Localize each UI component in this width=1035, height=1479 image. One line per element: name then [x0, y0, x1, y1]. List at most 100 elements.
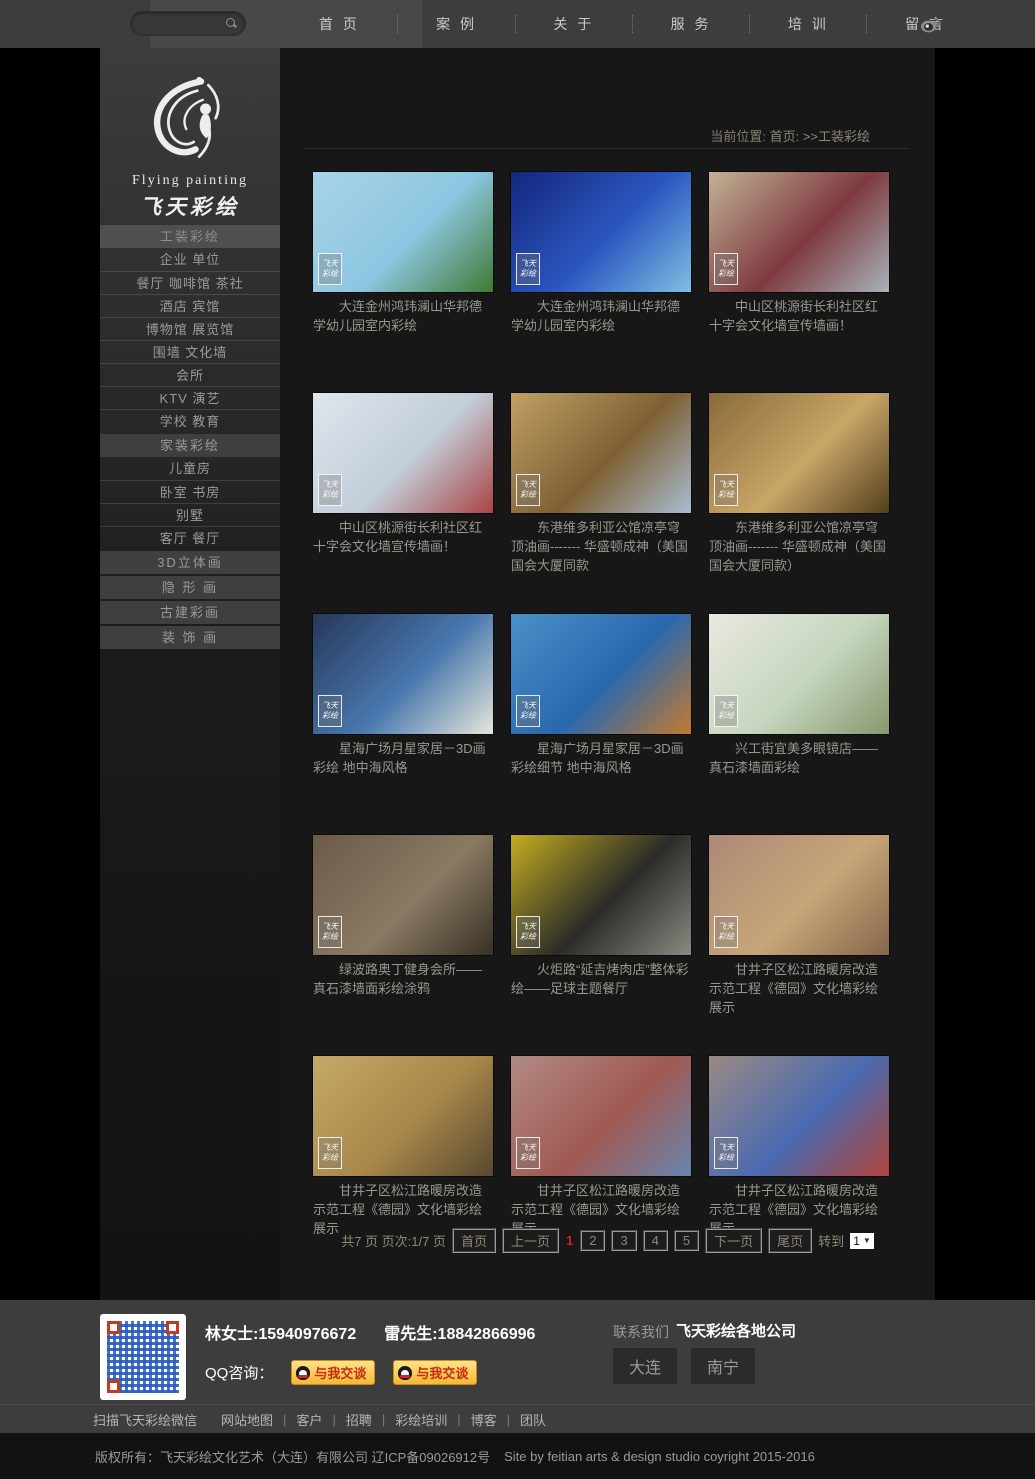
nav-item-3[interactable]: 关 于: [553, 14, 594, 34]
gallery-caption-1[interactable]: 大连金州鸿玮澜山华邦德学幼儿园室内彩绘: [313, 298, 493, 336]
breadcrumb-home[interactable]: 首页:: [770, 129, 800, 144]
link-separator: |: [283, 1412, 286, 1427]
gallery-cell: 飞天彩绘东港维多利亚公馆凉亭穹顶油画------- 华盛顿成神（美国国会大厦同款: [511, 393, 691, 614]
footer-link-5[interactable]: 博客: [471, 1410, 497, 1429]
phone-lin: 林女士:15940976672: [205, 1326, 356, 1343]
gallery-thumbnail-14[interactable]: 飞天彩绘: [511, 1056, 691, 1176]
sidebar-section-3D立体画[interactable]: 3D立体画: [100, 551, 280, 574]
gallery-caption-7[interactable]: 星海广场月星家居－3D画彩绘 地中海风格: [313, 740, 493, 778]
logo[interactable]: Flying painting 飞天彩绘: [100, 48, 280, 223]
gallery-thumbnail-3[interactable]: 飞天彩绘: [709, 172, 889, 292]
prev-page-button[interactable]: 上一页: [502, 1228, 559, 1253]
gallery-thumbnail-7[interactable]: 飞天彩绘: [313, 614, 493, 734]
sidebar-item-儿童房[interactable]: 儿童房: [100, 457, 280, 480]
gallery-thumbnail-12[interactable]: 飞天彩绘: [709, 835, 889, 955]
sidebar-item-博物馆展览馆[interactable]: 博物馆 展览馆: [100, 317, 280, 340]
sidebar-item-会所[interactable]: 会所: [100, 363, 280, 386]
gallery-thumbnail-2[interactable]: 飞天彩绘: [511, 172, 691, 292]
gallery-caption-5[interactable]: 东港维多利亚公馆凉亭穹顶油画------- 华盛顿成神（美国国会大厦同款: [511, 519, 691, 576]
breadcrumb-divider: [305, 148, 910, 149]
gallery-thumbnail-13[interactable]: 飞天彩绘: [313, 1056, 493, 1176]
sidebar-section-装饰画[interactable]: 装 饰 画: [100, 626, 280, 649]
footer-link-4[interactable]: 彩绘培训: [395, 1410, 447, 1429]
watermark-logo: 飞天彩绘: [318, 695, 342, 727]
nav-item-5[interactable]: 培 训: [788, 14, 829, 34]
page-button-2[interactable]: 2: [580, 1230, 605, 1251]
page-summary: 共7 页 页次:1/7 页: [341, 1231, 446, 1250]
wechat-qr-code: [100, 1314, 186, 1400]
sidebar-item-KTV演艺[interactable]: KTV 演艺: [100, 386, 280, 409]
next-page-button[interactable]: 下一页: [705, 1228, 762, 1253]
gallery-thumbnail-8[interactable]: 飞天彩绘: [511, 614, 691, 734]
footer-link-1[interactable]: 网站地图: [221, 1410, 273, 1429]
first-page-button[interactable]: 首页: [452, 1228, 496, 1253]
page-button-4[interactable]: 4: [643, 1230, 668, 1251]
gallery-cell: 飞天彩绘中山区桃源街长利社区红十字会文化墙宣传墙画！: [709, 172, 889, 393]
weibo-icon[interactable]: [919, 14, 943, 34]
goto-page-select[interactable]: 1 ▼: [850, 1233, 874, 1249]
sidebar-section-隐形画[interactable]: 隐 形 画: [100, 576, 280, 599]
sidebar-item-学校教育[interactable]: 学校 教育: [100, 409, 280, 432]
link-separator: |: [507, 1412, 510, 1427]
nav-separator: [866, 15, 867, 33]
page-button-3[interactable]: 3: [611, 1230, 636, 1251]
gallery-thumbnail-9[interactable]: 飞天彩绘: [709, 614, 889, 734]
gallery-thumbnail-11[interactable]: 飞天彩绘: [511, 835, 691, 955]
sidebar-section-家装彩绘[interactable]: 家装彩绘: [100, 434, 280, 457]
watermark-logo: 飞天彩绘: [318, 1137, 342, 1169]
gallery-caption-10[interactable]: 绿波路奥丁健身会所——真石漆墙面彩绘涂鸦: [313, 961, 493, 999]
gallery-caption-4[interactable]: 中山区桃源街长利社区红十字会文化墙宣传墙画！: [313, 519, 493, 557]
sidebar-item-卧室书房[interactable]: 卧室 书房: [100, 480, 280, 503]
search-input[interactable]: [141, 15, 227, 33]
sidebar-item-围墙文化墙[interactable]: 围墙 文化墙: [100, 340, 280, 363]
footer-links-row: 扫描飞天彩绘微信 网站地图|客户|招聘|彩绘培训|博客|团队: [0, 1404, 1035, 1433]
sidebar-section-工装彩绘[interactable]: 工装彩绘: [100, 225, 280, 248]
gallery-thumbnail-10[interactable]: 飞天彩绘: [313, 835, 493, 955]
gallery-thumbnail-15[interactable]: 飞天彩绘: [709, 1056, 889, 1176]
gallery-cell: 飞天彩绘甘井子区松江路暖房改造示范工程《德园》文化墙彩绘展示: [709, 835, 889, 1056]
sidebar-section-古建彩画[interactable]: 古建彩画: [100, 601, 280, 624]
gallery-caption-9[interactable]: 兴工街宜美多眼镜店——真石漆墙面彩绘: [709, 740, 889, 778]
gallery-thumbnail-6[interactable]: 飞天彩绘: [709, 393, 889, 513]
main-content: 当前位置: 首页: >>工装彩绘 飞天彩绘大连金州鸿玮澜山华邦德学幼儿园室内彩绘…: [280, 48, 935, 1300]
last-page-button[interactable]: 尾页: [768, 1228, 812, 1253]
watermark-logo: 飞天彩绘: [516, 1137, 540, 1169]
gallery-caption-6[interactable]: 东港维多利亚公馆凉亭穹顶油画------- 华盛顿成神（美国国会大厦同款）: [709, 519, 889, 576]
qq-label: QQ咨询：: [205, 1362, 273, 1383]
city-buttons: 大连南宁: [613, 1348, 755, 1384]
gallery-caption-11[interactable]: 火炬路“延吉烤肉店”整体彩绘——足球主题餐厅: [511, 961, 691, 999]
gallery-thumbnail-1[interactable]: 飞天彩绘: [313, 172, 493, 292]
watermark-logo: 飞天彩绘: [714, 916, 738, 948]
footer-link-6[interactable]: 团队: [520, 1410, 546, 1429]
page-button-5[interactable]: 5: [674, 1230, 699, 1251]
footer-link-3[interactable]: 招聘: [346, 1410, 372, 1429]
search-icon[interactable]: [226, 18, 237, 29]
search-box[interactable]: [130, 11, 246, 36]
gallery-caption-3[interactable]: 中山区桃源街长利社区红十字会文化墙宣传墙画！: [709, 298, 889, 336]
breadcrumb-prefix: 当前位置:: [710, 129, 766, 144]
gallery-caption-8[interactable]: 星海广场月星家居－3D画彩绘细节 地中海风格: [511, 740, 691, 778]
city-button-大连[interactable]: 大连: [613, 1348, 677, 1384]
gallery-thumbnail-5[interactable]: 飞天彩绘: [511, 393, 691, 513]
city-button-南宁[interactable]: 南宁: [691, 1348, 755, 1384]
sidebar-item-酒店宾馆[interactable]: 酒店 宾馆: [100, 294, 280, 317]
qq-chat-button-2[interactable]: 与我交谈: [393, 1360, 477, 1385]
sidebar-item-别墅[interactable]: 别墅: [100, 503, 280, 526]
logo-text-cn: 飞天彩绘: [100, 191, 280, 221]
footer-link-2[interactable]: 客户: [296, 1410, 322, 1429]
gallery-thumbnail-4[interactable]: 飞天彩绘: [313, 393, 493, 513]
sidebar-item-餐厅咖啡馆茶社[interactable]: 餐厅 咖啡馆 茶社: [100, 271, 280, 294]
scan-wechat-label: 扫描飞天彩绘微信: [93, 1410, 197, 1429]
nav-item-1[interactable]: 首 页: [319, 14, 360, 34]
watermark-logo: 飞天彩绘: [516, 695, 540, 727]
gallery-caption-2[interactable]: 大连金州鸿玮澜山华邦德学幼儿园室内彩绘: [511, 298, 691, 336]
company-branches-label: 飞天彩绘各地公司: [676, 1320, 796, 1341]
sidebar-item-客厅餐厅[interactable]: 客厅 餐厅: [100, 526, 280, 549]
breadcrumb: 当前位置: 首页: >>工装彩绘: [710, 126, 870, 145]
nav-item-4[interactable]: 服 务: [671, 14, 712, 34]
gallery-caption-12[interactable]: 甘井子区松江路暖房改造示范工程《德园》文化墙彩绘展示: [709, 961, 889, 1018]
gallery-cell: 飞天彩绘兴工街宜美多眼镜店——真石漆墙面彩绘: [709, 614, 889, 835]
sidebar-item-企业单位[interactable]: 企业 单位: [100, 248, 280, 271]
nav-item-2[interactable]: 案 例: [436, 14, 477, 34]
qq-chat-button-1[interactable]: 与我交谈: [291, 1360, 375, 1385]
